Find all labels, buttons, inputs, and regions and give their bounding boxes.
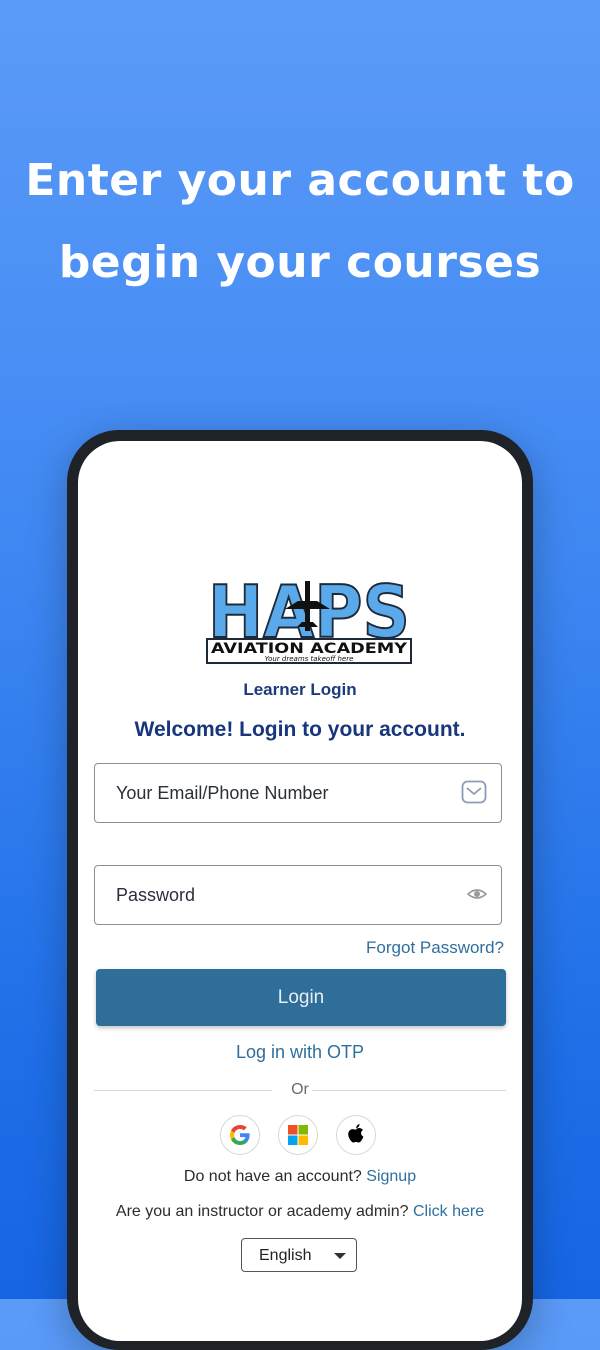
- signup-prompt-text: Do not have an account?: [183, 1168, 362, 1185]
- apple-login-button[interactable]: [336, 1115, 376, 1155]
- divider-right: [312, 1090, 506, 1091]
- chevron-down-icon: [334, 1253, 346, 1259]
- apple-icon: [348, 1124, 364, 1143]
- password-field[interactable]: [94, 865, 502, 925]
- google-login-button[interactable]: [220, 1115, 260, 1155]
- otp-login-link[interactable]: Log in with OTP: [78, 1042, 522, 1063]
- logo-tagline: Your dreams takeoff here: [265, 655, 354, 663]
- microsoft-icon: [288, 1125, 308, 1145]
- admin-prompt-text: Are you an instructor or academy admin?: [115, 1203, 409, 1220]
- email-input[interactable]: [114, 764, 458, 823]
- admin-click-here-link[interactable]: Click here: [413, 1203, 484, 1220]
- email-field[interactable]: [94, 763, 502, 823]
- welcome-heading: Welcome! Login to your account.: [134, 718, 466, 741]
- phone-screen: HAPS AVIATION ACADEMY Your dreams takeof…: [78, 441, 522, 1341]
- headline-line-1: Enter your account to: [25, 155, 575, 206]
- forgot-password-link[interactable]: Forgot Password?: [366, 938, 504, 958]
- language-selected-value: English: [259, 1247, 312, 1264]
- language-select[interactable]: English: [241, 1238, 357, 1272]
- microsoft-login-button[interactable]: [278, 1115, 318, 1155]
- headline-line-2: begin your courses: [58, 237, 542, 288]
- promo-headline: Enter your account to begin your courses: [0, 140, 600, 304]
- signup-link[interactable]: Signup: [366, 1168, 416, 1185]
- password-input[interactable]: [114, 866, 458, 925]
- signup-prompt: Do not have an account? Signup: [78, 1168, 522, 1186]
- admin-prompt: Are you an instructor or academy admin? …: [78, 1203, 522, 1221]
- google-icon: [230, 1125, 250, 1145]
- login-button[interactable]: Login: [96, 969, 506, 1026]
- eye-icon[interactable]: [467, 882, 487, 906]
- learner-login-title: Learner Login: [243, 680, 357, 699]
- haps-aviation-academy-logo: HAPS AVIATION ACADEMY Your dreams takeof…: [206, 579, 412, 664]
- mail-icon: [461, 780, 487, 804]
